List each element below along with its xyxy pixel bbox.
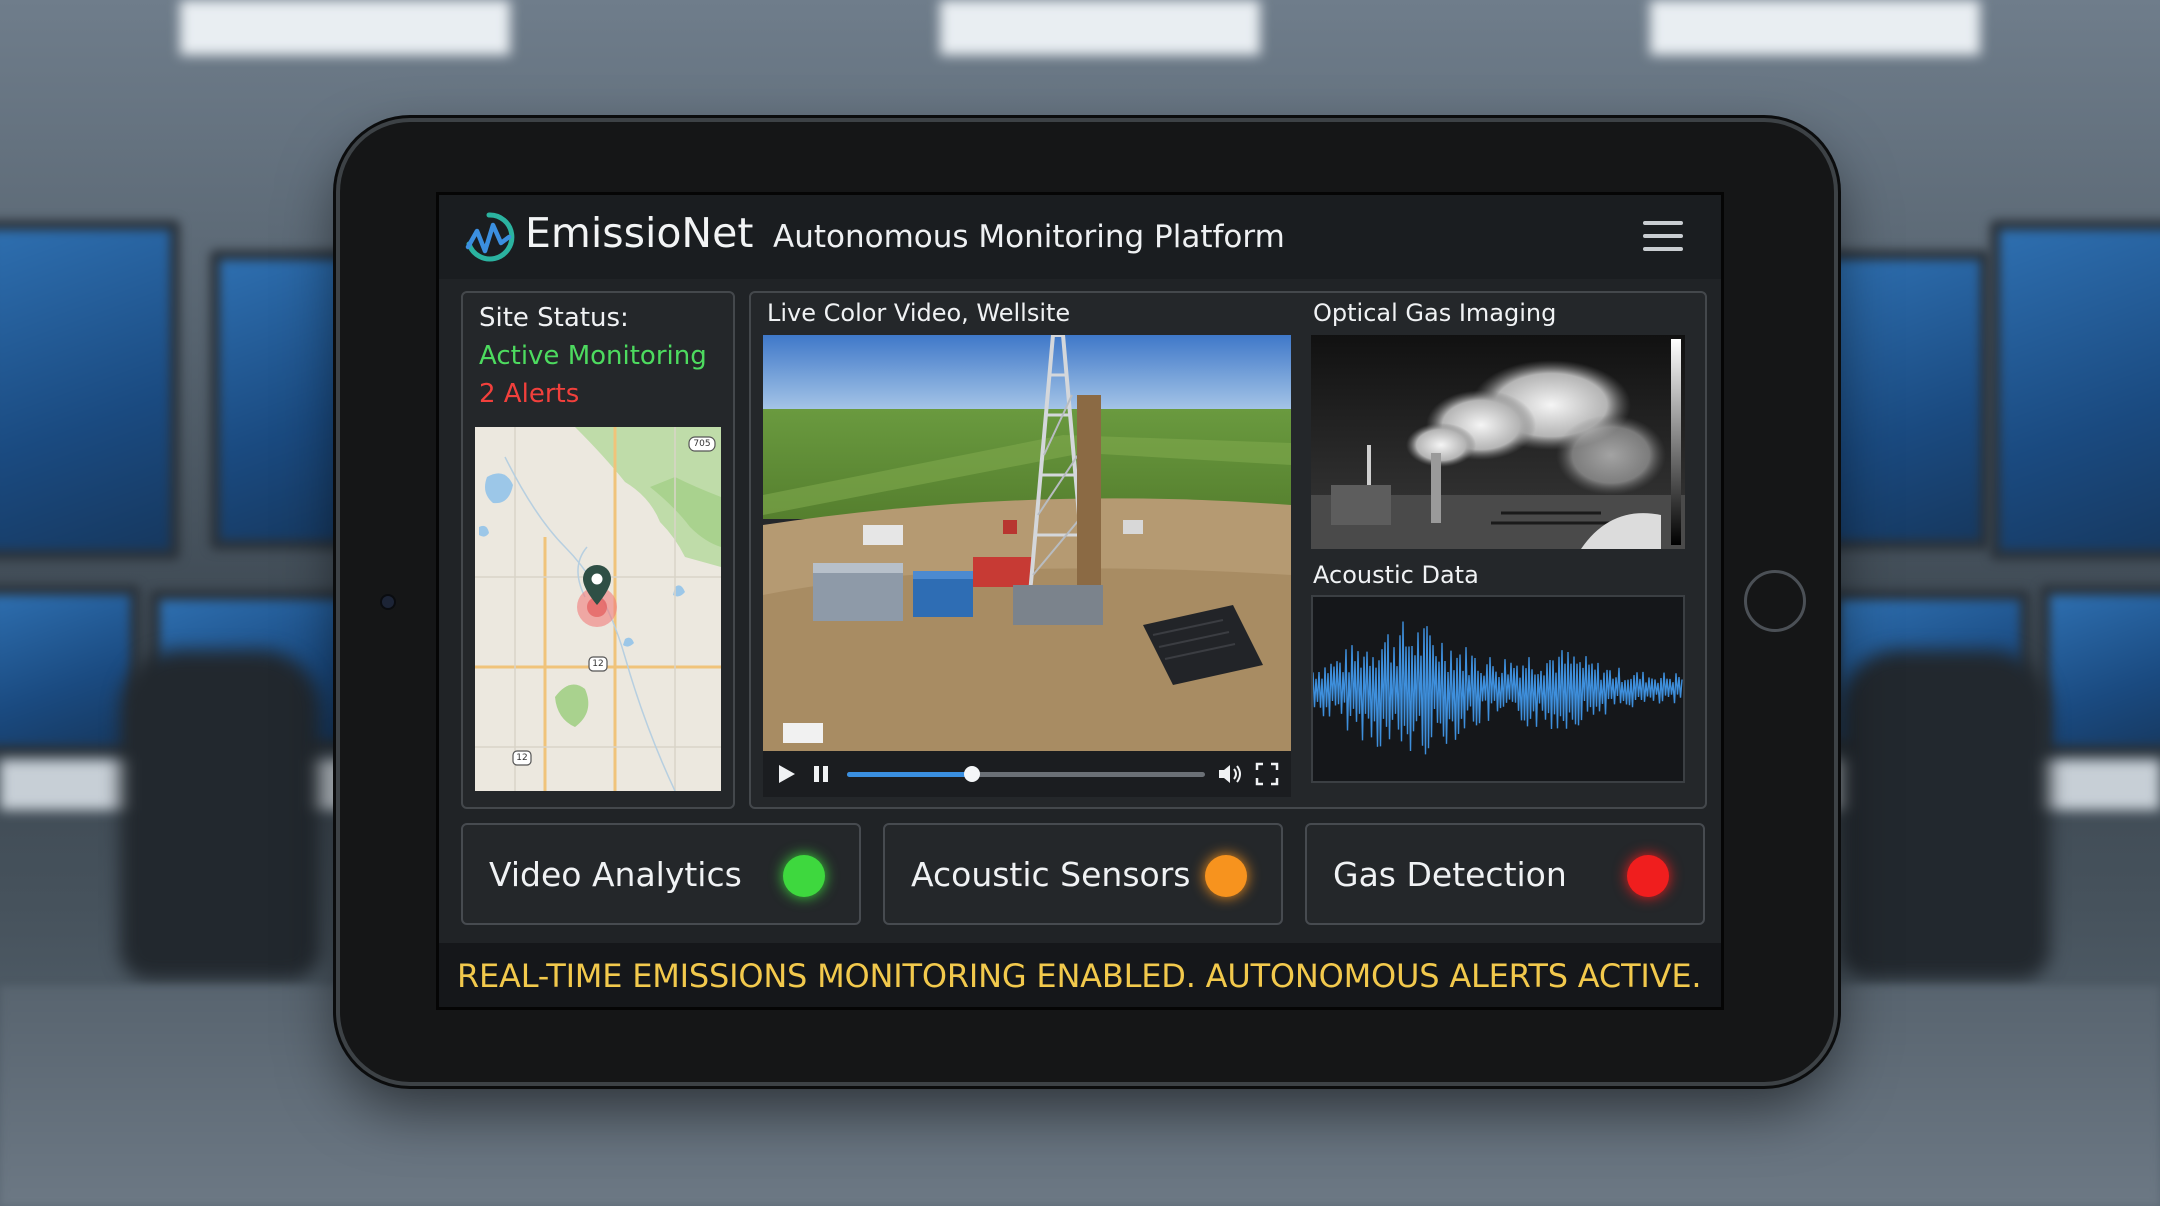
location-pin-icon[interactable] [583, 565, 611, 605]
hamburger-menu-icon[interactable] [1643, 221, 1683, 253]
site-status-label: Site Status: [479, 303, 629, 333]
gas-detection-indicator[interactable]: Gas Detection [1305, 823, 1705, 925]
indicator-label: Video Analytics [489, 855, 742, 894]
app-name: EmissioNet [525, 209, 754, 257]
live-video-feed[interactable] [763, 335, 1291, 751]
app-screen: EmissioNet Autonomous Monitoring Platfor… [436, 192, 1724, 1010]
video-title: Live Color Video, Wellsite [767, 299, 1071, 327]
site-alerts-count[interactable]: 2 Alerts [479, 379, 579, 409]
video-controls [763, 751, 1291, 797]
acoustic-title: Acoustic Data [1313, 561, 1479, 589]
front-camera [382, 596, 394, 608]
wall-monitor [1820, 250, 1990, 550]
ceiling-light [180, 0, 510, 55]
map-graphic [475, 427, 721, 791]
status-dot [783, 855, 825, 897]
volume-icon[interactable] [1217, 762, 1243, 786]
chair [120, 650, 320, 980]
acoustic-sensors-indicator[interactable]: Acoustic Sensors [883, 823, 1283, 925]
indicator-label: Acoustic Sensors [911, 855, 1191, 894]
app-header: EmissioNet Autonomous Monitoring Platfor… [439, 195, 1721, 279]
media-panel: Live Color Video, Wellsite Optical Gas I… [749, 291, 1707, 809]
map-road-label: 12 [592, 659, 604, 669]
site-status-panel: Site Status: Active Monitoring 2 Alerts [461, 291, 735, 809]
ceiling-light [1650, 0, 1980, 55]
optical-gas-imaging-view[interactable] [1311, 335, 1685, 549]
map-road-label: 705 [693, 439, 711, 449]
video-progress-bar[interactable] [847, 766, 1205, 782]
wellsite-video-frame [763, 335, 1291, 751]
wall-monitor [0, 585, 140, 755]
indicator-label: Gas Detection [1333, 855, 1567, 894]
fullscreen-icon[interactable] [1255, 762, 1279, 786]
home-button[interactable] [1744, 570, 1806, 632]
wall-monitor [0, 220, 180, 560]
thermal-plume-image [1311, 335, 1685, 549]
wall-monitor [1990, 220, 2160, 560]
status-dot [1627, 855, 1669, 897]
chair [1840, 650, 2050, 980]
map-road-label: 12 [516, 753, 528, 763]
waveform-trace [1312, 621, 1683, 755]
ticker-text: REAL-TIME EMISSIONS MONITORING ENABLED. … [457, 957, 1702, 995]
acoustic-waveform-panel[interactable] [1311, 595, 1685, 783]
status-dot [1205, 855, 1247, 897]
tablet-device: EmissioNet Autonomous Monitoring Platfor… [340, 122, 1834, 1082]
wall-monitor [2040, 585, 2160, 755]
video-analytics-indicator[interactable]: Video Analytics [461, 823, 861, 925]
ceiling-light [940, 0, 1260, 55]
site-status-state: Active Monitoring [479, 341, 707, 371]
ogi-title: Optical Gas Imaging [1313, 299, 1557, 327]
waveform-logo-icon [465, 212, 515, 262]
pause-icon[interactable] [811, 763, 831, 785]
video-progress-fill [847, 772, 973, 777]
video-progress-handle[interactable] [964, 766, 981, 782]
site-map[interactable]: 705 12 12 [475, 427, 721, 791]
status-ticker: REAL-TIME EMISSIONS MONITORING ENABLED. … [439, 943, 1721, 1007]
play-icon[interactable] [775, 763, 797, 785]
acoustic-waveform [1312, 621, 1683, 755]
app-subtitle: Autonomous Monitoring Platform [773, 219, 1285, 255]
